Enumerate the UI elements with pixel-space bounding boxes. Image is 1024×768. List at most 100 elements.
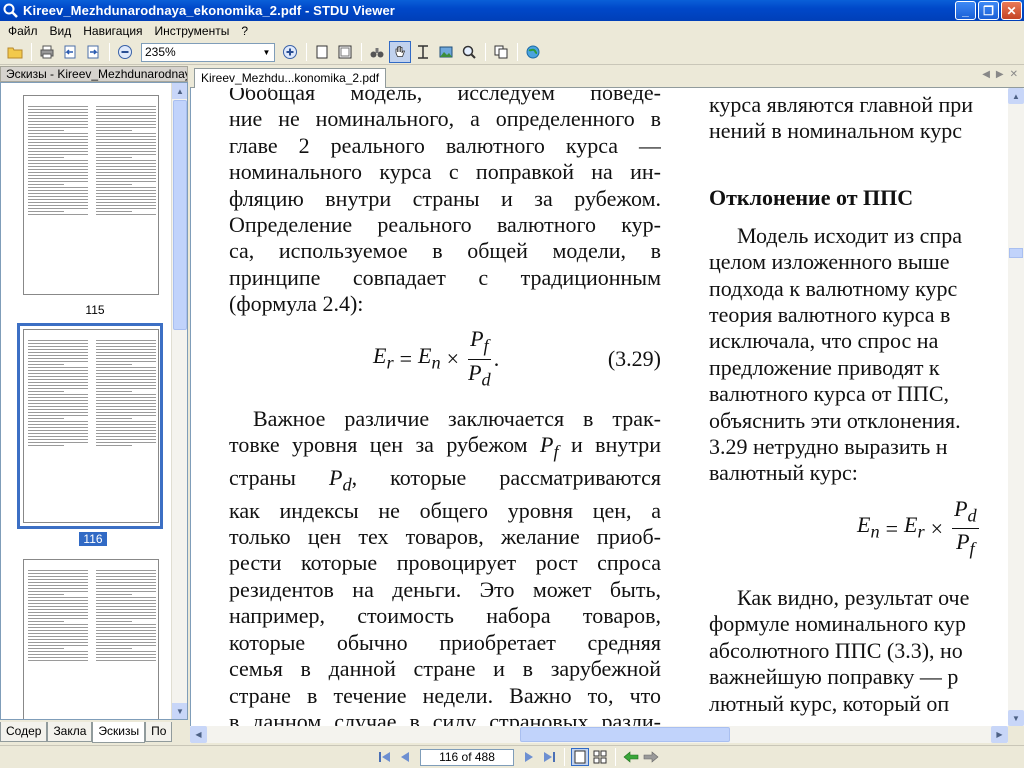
text-line: рести которые провоцирует рост спроса <box>229 550 661 576</box>
tab-search[interactable]: По <box>145 722 173 742</box>
forward-page-icon <box>87 45 99 59</box>
fit-width-button[interactable] <box>334 41 356 63</box>
vertical-scrollbar[interactable]: ▲ ▼ <box>1008 88 1024 726</box>
title-bar: Kireev_Mezhdunarodnaya_ekonomika_2.pdf -… <box>0 0 1024 21</box>
first-page-button[interactable] <box>376 748 394 766</box>
select-text-button[interactable] <box>412 41 434 63</box>
thumbnails-scrollbar[interactable]: ▲ ▼ <box>171 83 187 719</box>
single-page-mode-button[interactable] <box>571 748 589 766</box>
tab-thumbnails[interactable]: Эскизы <box>92 722 146 743</box>
back-page-icon <box>64 45 76 59</box>
chevron-down-icon: ▼ <box>262 47 271 57</box>
open-button[interactable] <box>4 41 26 63</box>
scroll-down-icon[interactable]: ▼ <box>172 703 187 719</box>
next-page-button[interactable] <box>520 748 538 766</box>
magnifier-icon <box>462 45 476 59</box>
zoom-in-button[interactable] <box>279 41 301 63</box>
menu-help[interactable]: ? <box>235 24 254 38</box>
scrollbar-thumb[interactable] <box>1009 248 1023 258</box>
scroll-right-icon[interactable]: ▶ <box>991 726 1008 743</box>
minimize-button[interactable]: _ <box>955 1 976 20</box>
single-page-icon <box>316 45 328 59</box>
find-button[interactable] <box>366 41 388 63</box>
print-icon <box>40 45 54 59</box>
formula-symbol: E <box>857 512 871 538</box>
tab-contents[interactable]: Содер <box>0 722 48 742</box>
prev-page-button[interactable] <box>396 748 414 766</box>
scroll-up-icon[interactable]: ▲ <box>172 83 187 99</box>
thumbnail-page-116[interactable] <box>23 329 159 523</box>
web-button[interactable] <box>522 41 544 63</box>
close-icon: ✕ <box>1006 3 1017 18</box>
text-line: фляцию внутри страны и за рубежом. <box>229 185 661 211</box>
thumbnail-label: 116 <box>79 532 107 546</box>
multi-page-mode-button[interactable] <box>591 748 609 766</box>
thumbnail-label: 115 <box>85 303 105 317</box>
zoom-in-icon <box>283 45 297 59</box>
scroll-left-icon[interactable]: ◀ <box>190 726 207 743</box>
hand-icon <box>395 46 406 57</box>
text-line: Обобщая модель, исследуем поведе- <box>229 88 661 105</box>
status-bar: 116 of 488 <box>0 745 1024 768</box>
formula-symbol: E <box>418 343 432 369</box>
folder-open-icon <box>7 47 23 59</box>
zoom-out-icon <box>118 45 132 59</box>
back-button[interactable] <box>59 41 81 63</box>
prev-page-icon <box>401 752 409 762</box>
single-page-button[interactable] <box>311 41 333 63</box>
close-tab-icon[interactable]: ✕ <box>1010 69 1018 80</box>
formula-subscript: f <box>483 335 489 356</box>
menu-tools[interactable]: Инструменты <box>149 24 236 38</box>
formula-subscript: r <box>917 521 925 542</box>
formula-symbol: P <box>956 529 970 555</box>
text-line: Важное различие заключается в трак- <box>253 405 661 431</box>
copy-button[interactable] <box>490 41 512 63</box>
text-line: (формула 2.4): <box>229 291 364 317</box>
text-line: стране в течение недели. Важно то, что <box>229 682 661 708</box>
tab-scroll-right-icon[interactable]: ▶ <box>996 69 1004 80</box>
hand-tool-button[interactable] <box>389 41 411 63</box>
text-line: нений в номинальном курс <box>709 118 962 144</box>
tab-scroll-left-icon[interactable]: ◀ <box>982 69 990 80</box>
thumbnail-page-117[interactable] <box>23 559 159 719</box>
tab-bookmarks[interactable]: Закла <box>47 722 93 742</box>
scrollbar-thumb[interactable] <box>173 100 187 330</box>
gray-arrow-right-icon <box>643 751 659 763</box>
scroll-up-icon[interactable]: ▲ <box>1008 88 1024 104</box>
text-line: объяснить эти отклонения. <box>709 407 961 433</box>
page-navigation: 116 of 488 <box>376 748 660 766</box>
menu-file[interactable]: Файл <box>2 24 44 38</box>
text-line: 3.29 нетрудно выразить н <box>709 434 948 460</box>
close-button[interactable]: ✕ <box>1001 1 1022 20</box>
scrollbar-thumb[interactable] <box>520 727 730 742</box>
text-line: целом изложенного выше <box>709 249 950 275</box>
document-view[interactable]: Обобщая модель, исследуем поведе-ние не … <box>190 88 1008 726</box>
zoom-out-button[interactable] <box>114 41 136 63</box>
history-forward-button[interactable] <box>642 748 660 766</box>
forward-button[interactable] <box>82 41 104 63</box>
history-back-button[interactable] <box>622 748 640 766</box>
menu-navigation[interactable]: Навигация <box>77 24 148 38</box>
last-page-icon <box>544 752 555 762</box>
image-select-icon <box>439 46 453 58</box>
horizontal-scrollbar[interactable]: ◀ ▶ <box>190 726 1008 743</box>
maximize-button[interactable]: ❐ <box>978 1 999 20</box>
text-line: валютный курс: <box>709 460 858 486</box>
zoom-tool-button[interactable] <box>458 41 480 63</box>
zoom-select[interactable]: 235% ▼ <box>141 42 275 62</box>
scroll-down-icon[interactable]: ▼ <box>1008 710 1024 726</box>
last-page-button[interactable] <box>540 748 558 766</box>
window-title: Kireev_Mezhdunarodnaya_ekonomika_2.pdf -… <box>23 3 395 18</box>
text-line: лютный курс, который оп <box>709 690 950 716</box>
minimize-icon: _ <box>962 3 969 18</box>
section-heading: Отклонение от ППС <box>709 184 914 210</box>
menu-view[interactable]: Вид <box>44 24 78 38</box>
thumbnail-page-115[interactable] <box>23 95 159 295</box>
snapshot-button[interactable] <box>435 41 457 63</box>
text-line: резидентов на деньги. Это может быть, <box>229 576 661 602</box>
print-button[interactable] <box>36 41 58 63</box>
formula-symbol: P <box>954 495 968 521</box>
page-number-field[interactable]: 116 of 488 <box>420 748 514 766</box>
text-line: Модель исходит из спра <box>737 222 962 248</box>
document-tab[interactable]: Kireev_Mezhdu...konomika_2.pdf <box>194 68 387 88</box>
